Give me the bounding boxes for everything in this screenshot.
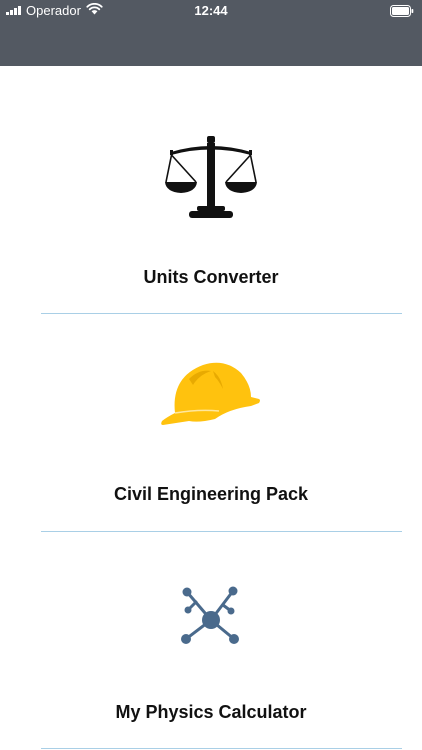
menu-item-label: Civil Engineering Pack: [113, 484, 309, 504]
battery-icon: [390, 5, 414, 20]
status-clock: 12:44: [194, 3, 228, 18]
menu-item-label: My Physics Calculator: [115, 702, 307, 722]
divider: [41, 748, 402, 749]
menu-item-units-converter[interactable]: Units Converter: [0, 66, 422, 313]
menu-item-label: Units Converter: [143, 267, 279, 287]
navigation-header: Operador 12:44: [0, 0, 422, 66]
menu-item-civil-engineering-pack[interactable]: Civil Engineering Pack: [0, 314, 422, 531]
status-bar: Operador 12:44: [0, 0, 422, 22]
balance-scale-icon: [0, 136, 422, 220]
menu-item-my-physics-calculator[interactable]: My Physics Calculator: [0, 532, 422, 750]
network-molecule-icon: [0, 584, 422, 646]
hard-hat-icon: [0, 359, 422, 429]
